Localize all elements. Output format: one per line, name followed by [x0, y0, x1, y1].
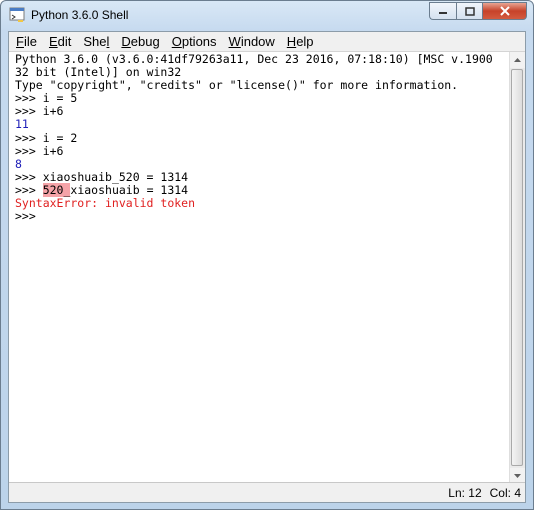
menu-file[interactable]: File: [11, 33, 42, 51]
minimize-icon: [439, 12, 447, 14]
python-icon: [9, 7, 25, 22]
shell-output: Python 3.6.0 (v3.6.0:41df79263a11, Dec 2…: [15, 52, 493, 224]
prompt: >>>: [15, 104, 43, 119]
prompt: >>>: [15, 169, 43, 184]
menu-window[interactable]: Window: [224, 33, 280, 51]
banner-line: Type "copyright", "credits" or "license(…: [15, 78, 459, 93]
menu-options[interactable]: Options: [167, 33, 222, 51]
prompt: >>>: [15, 91, 43, 106]
input-line: i+6: [42, 143, 64, 158]
menu-bar: File Edit Shel Debug Options Window Help: [9, 32, 525, 52]
scroll-up-button[interactable]: [510, 52, 525, 68]
current-prompt: >>>: [15, 209, 43, 224]
error-message: SyntaxError: invalid token: [15, 196, 196, 211]
prompt: >>>: [15, 182, 43, 197]
triangle-down-icon: [514, 474, 521, 478]
shell-text-area[interactable]: Python 3.6.0 (v3.6.0:41df79263a11, Dec 2…: [9, 52, 509, 484]
input-line: i+6: [42, 104, 64, 119]
input-line: i = 2: [42, 130, 78, 145]
error-highlight: 520_: [42, 182, 71, 197]
shell-client-area: File Edit Shel Debug Options Window Help…: [8, 31, 526, 503]
menu-help[interactable]: Help: [282, 33, 319, 51]
minimize-button[interactable]: [429, 2, 456, 20]
output-line: 8: [15, 156, 22, 171]
input-line: xiaoshuaib = 1314: [70, 182, 189, 197]
menu-debug[interactable]: Debug: [116, 33, 164, 51]
close-button[interactable]: [482, 2, 527, 20]
maximize-button[interactable]: [456, 2, 482, 20]
input-line: i = 5: [42, 91, 78, 106]
output-line: 11: [15, 117, 29, 132]
prompt: >>>: [15, 130, 43, 145]
column-number: Col: 4: [489, 486, 521, 500]
idle-shell-window: Python 3.6.0 Shell File Edit Shel Debug …: [0, 0, 534, 510]
close-icon: [499, 6, 510, 16]
scrollbar-thumb[interactable]: [511, 69, 523, 466]
input-line: xiaoshuaib_520 = 1314: [42, 169, 189, 184]
window-title: Python 3.6.0 Shell: [31, 8, 129, 22]
banner-line: Python 3.6.0 (v3.6.0:41df79263a11, Dec 2…: [15, 52, 493, 66]
triangle-up-icon: [514, 58, 521, 62]
banner-line: 32 bit (Intel)] on win32: [15, 65, 182, 80]
maximize-icon: [464, 6, 475, 16]
line-number: Ln: 12: [448, 486, 482, 500]
prompt: >>>: [15, 143, 43, 158]
menu-edit[interactable]: Edit: [44, 33, 76, 51]
title-bar[interactable]: Python 3.6.0 Shell: [1, 1, 533, 31]
status-bar: Ln: 12 Col: 4: [9, 482, 525, 502]
menu-shell[interactable]: Shel: [78, 33, 114, 51]
vertical-scrollbar[interactable]: [509, 52, 525, 484]
